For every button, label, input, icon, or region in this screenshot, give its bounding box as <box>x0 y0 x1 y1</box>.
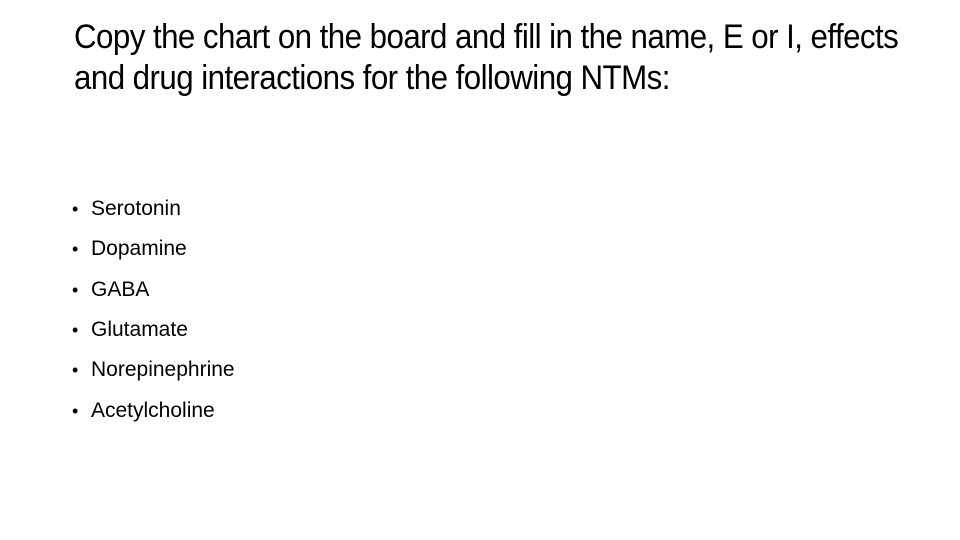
slide-title: Copy the chart on the board and fill in … <box>74 18 899 97</box>
list-item: • Serotonin <box>72 189 235 229</box>
bullet-icon: • <box>72 279 79 300</box>
slide: Copy the chart on the board and fill in … <box>0 0 960 540</box>
bullet-icon: • <box>72 199 79 220</box>
list-item: • Norepinephrine <box>72 350 235 390</box>
list-item: • Acetylcholine <box>72 390 235 430</box>
bullet-icon: • <box>72 400 79 421</box>
list-item-label: Dopamine <box>91 237 187 261</box>
list-item-label: GABA <box>91 277 150 301</box>
list-item: • GABA <box>72 270 235 310</box>
bullet-icon: • <box>72 360 79 381</box>
list-item-label: Norepinephrine <box>91 358 235 382</box>
bullet-icon: • <box>72 320 79 341</box>
bullet-icon: • <box>72 239 79 260</box>
list-item-label: Glutamate <box>91 318 188 342</box>
list-item: • Glutamate <box>72 310 235 350</box>
list-item-label: Serotonin <box>91 197 181 221</box>
neurotransmitter-list: • Serotonin • Dopamine • GABA • Glutamat… <box>72 189 235 431</box>
list-item-label: Acetylcholine <box>91 398 215 422</box>
list-item: • Dopamine <box>72 229 235 269</box>
